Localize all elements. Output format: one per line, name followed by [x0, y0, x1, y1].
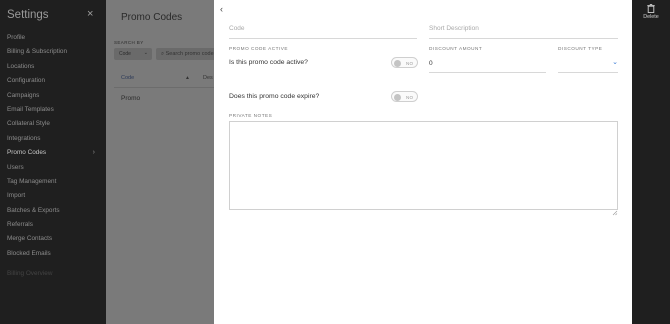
close-icon[interactable]: ×: [87, 8, 93, 20]
sidebar-item-tag-management[interactable]: Tag Management: [7, 177, 99, 191]
search-by-label: SEARCH BY: [114, 40, 144, 45]
sidebar-item-billing[interactable]: Billing & Subscription: [7, 47, 99, 61]
column-header-code[interactable]: Code: [121, 75, 134, 81]
sidebar-item-locations[interactable]: Locations: [7, 62, 99, 76]
action-column: Delete: [632, 0, 670, 324]
column-header-description[interactable]: Des: [203, 75, 213, 81]
back-icon[interactable]: ‹: [220, 4, 223, 14]
page-title: Promo Codes: [121, 12, 183, 23]
code-field-underline: [229, 38, 417, 39]
promo-active-question: Is this promo code active?: [229, 59, 308, 66]
settings-sidebar: Settings × Profile Billing & Subscriptio…: [0, 0, 106, 324]
sidebar-item-collateral-style[interactable]: Collateral Style: [7, 119, 99, 133]
sidebar-item-integrations[interactable]: Integrations: [7, 134, 99, 148]
discount-amount-label: DISCOUNT AMOUNT: [429, 46, 483, 51]
discount-type-label: DISCOUNT TYPE: [558, 46, 603, 51]
search-by-select[interactable]: Code ⌄: [114, 48, 152, 60]
sort-arrow-icon[interactable]: ▲: [185, 75, 190, 81]
trash-icon: [647, 4, 655, 13]
chevron-down-icon: ⌄: [612, 59, 618, 66]
private-notes-label: PRIVATE NOTES: [229, 113, 273, 118]
sidebar-item-billing-overview[interactable]: Billing Overview: [7, 269, 99, 283]
toggle-knob: [394, 59, 401, 67]
toggle-state-label: NO: [406, 60, 414, 66]
discount-amount-underline: [429, 72, 546, 73]
short-description-underline: [429, 38, 618, 39]
private-notes-textarea[interactable]: [229, 121, 618, 210]
discount-type-select[interactable]: ⌄: [558, 57, 618, 71]
expire-toggle[interactable]: NO: [391, 91, 418, 102]
search-input[interactable]: ⌕ Search promo code: [156, 48, 214, 60]
expire-question: Does this promo code expire?: [229, 93, 320, 100]
resize-handle-icon[interactable]: [612, 203, 618, 216]
sidebar-item-referrals[interactable]: Referrals: [7, 220, 99, 234]
toggle-state-label: NO: [406, 94, 414, 100]
table-row[interactable]: Promo: [121, 95, 140, 102]
promo-active-label: PROMO CODE ACTIVE: [229, 46, 289, 51]
delete-button[interactable]: Delete: [632, 4, 670, 20]
sidebar-item-batches-exports[interactable]: Batches & Exports: [7, 206, 99, 220]
sidebar-item-profile[interactable]: Profile: [7, 33, 99, 47]
discount-amount-field[interactable]: 0: [429, 60, 433, 67]
chevron-down-icon: ⌄: [143, 50, 148, 56]
divider: [114, 87, 214, 88]
search-icon: ⌕: [161, 51, 165, 57]
delete-label: Delete: [643, 14, 659, 20]
sidebar-item-email-templates[interactable]: Email Templates: [7, 105, 99, 119]
sidebar-item-configuration[interactable]: Configuration: [7, 76, 99, 90]
sidebar-item-blocked-emails[interactable]: Blocked Emails: [7, 249, 99, 263]
discount-type-underline: [558, 72, 618, 73]
sidebar-item-label: Promo Codes: [7, 149, 47, 157]
settings-nav: Profile Billing & Subscription Locations…: [7, 33, 99, 284]
sidebar-item-import[interactable]: Import: [7, 191, 99, 205]
toggle-knob: [394, 93, 401, 101]
settings-title: Settings: [7, 9, 49, 21]
code-field[interactable]: Code: [229, 25, 245, 32]
sidebar-item-users[interactable]: Users: [7, 163, 99, 177]
search-by-value: Code: [119, 51, 131, 57]
promo-codes-page: Promo Codes SEARCH BY Code ⌄ ⌕ Search pr…: [106, 0, 214, 324]
sidebar-item-campaigns[interactable]: Campaigns: [7, 91, 99, 105]
short-description-field[interactable]: Short Description: [429, 25, 479, 32]
active-toggle[interactable]: NO: [391, 57, 418, 68]
promo-code-detail-panel: ‹ Code Short Description PROMO CODE ACTI…: [214, 0, 632, 324]
chevron-right-icon: ›: [92, 149, 95, 157]
sidebar-item-merge-contacts[interactable]: Merge Contacts: [7, 234, 99, 248]
sidebar-item-promo-codes[interactable]: Promo Codes ›: [7, 148, 99, 162]
search-placeholder: Search promo code: [165, 51, 214, 57]
